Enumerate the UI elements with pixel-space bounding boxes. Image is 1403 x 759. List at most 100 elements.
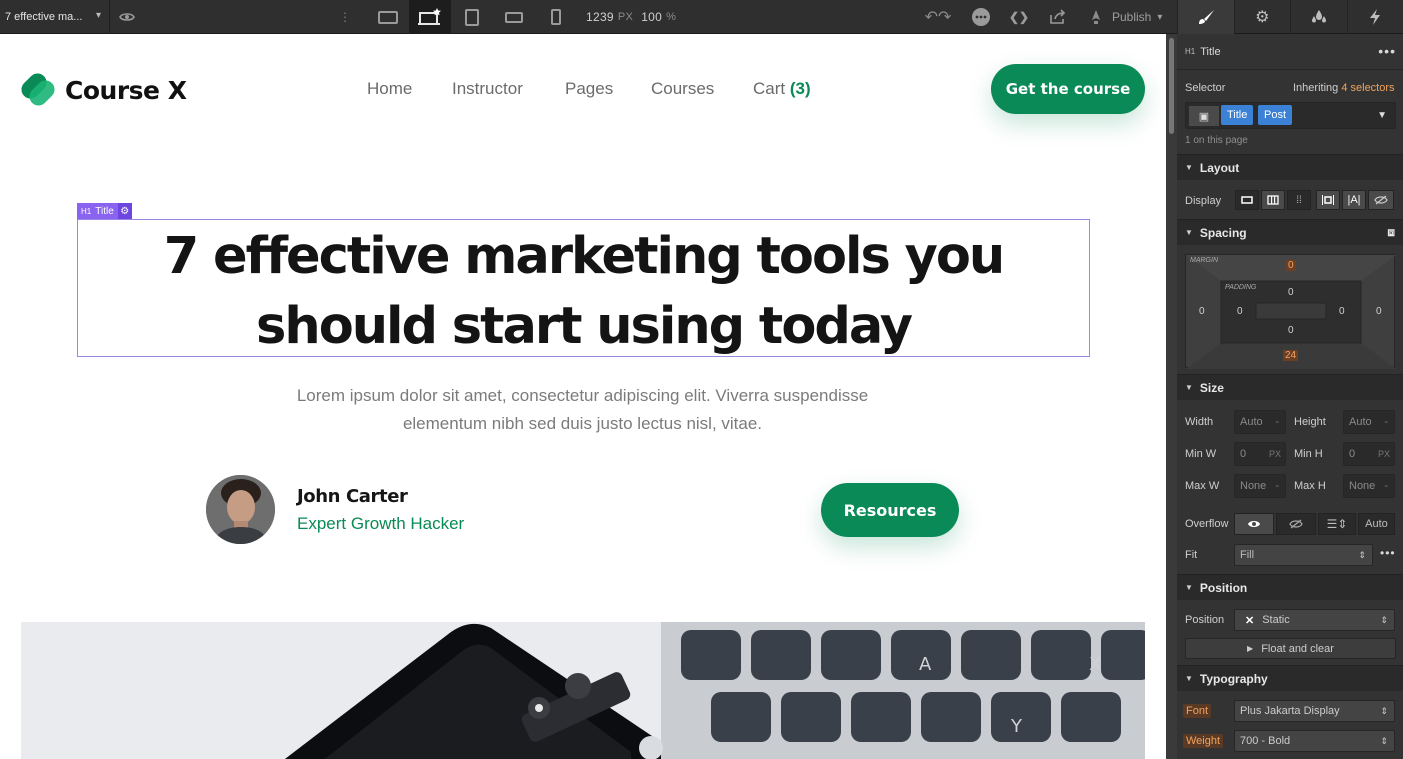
lightning-icon xyxy=(1370,9,1381,25)
post-title[interactable]: 7 effective marketing tools you should s… xyxy=(77,222,1090,362)
interactions-tab[interactable] xyxy=(1346,0,1403,34)
canvas-scrollbar[interactable] xyxy=(1166,34,1177,759)
margin-top-value[interactable]: 0 xyxy=(1286,260,1296,271)
position-heading: Position xyxy=(1199,580,1248,595)
min-width-label: Min W xyxy=(1185,448,1217,460)
more-options-icon[interactable]: ••• xyxy=(1378,43,1396,59)
width-input[interactable]: Auto - xyxy=(1234,410,1286,434)
page-selector[interactable]: 7 effective ma... ▾ xyxy=(0,0,110,34)
get-course-button[interactable]: Get the course xyxy=(991,64,1145,114)
nav-instructor[interactable]: Instructor xyxy=(452,79,523,99)
padding-top-value[interactable]: 0 xyxy=(1288,287,1294,298)
style-manager-tab[interactable] xyxy=(1290,0,1347,34)
float-and-clear-toggle[interactable]: ▶ Float and clear xyxy=(1185,638,1396,659)
nav-courses[interactable]: Courses xyxy=(651,79,714,99)
margin-left-value[interactable]: 0 xyxy=(1199,306,1205,317)
spacing-section-header[interactable]: ▼ Spacing ⧈ xyxy=(1177,219,1403,245)
min-width-input[interactable]: 0 PX xyxy=(1234,442,1286,466)
post-title-line1: 7 effective marketing tools you xyxy=(163,227,1005,286)
comments-icon[interactable] xyxy=(968,0,994,34)
nav-cart[interactable]: Cart (3) xyxy=(753,79,811,99)
min-width-unit[interactable]: PX xyxy=(1269,449,1281,459)
spacing-box-model[interactable]: MARGIN 0 0 0 24 PADDING 0 0 0 0 xyxy=(1185,254,1396,369)
scrollbar-thumb[interactable] xyxy=(1169,38,1174,134)
position-select[interactable]: ✕ Static ⇕ xyxy=(1234,609,1395,631)
more-vertical-icon[interactable]: ⋮ xyxy=(339,0,351,34)
font-select[interactable]: Plus Jakarta Display ⇕ xyxy=(1234,700,1395,722)
author-role: Expert Growth Hacker xyxy=(297,514,465,533)
overflow-auto-button[interactable]: Auto xyxy=(1358,513,1395,535)
nav-pages[interactable]: Pages xyxy=(565,79,613,99)
typography-section-header[interactable]: ▼ Typography xyxy=(1177,665,1403,691)
fit-value: Fill xyxy=(1240,549,1255,561)
margin-right-value[interactable]: 0 xyxy=(1376,306,1382,317)
height-label: Height xyxy=(1294,416,1326,428)
breakpoint-tablet[interactable] xyxy=(451,0,493,34)
chevron-down-icon: ▾ xyxy=(95,10,101,21)
display-inline-icon[interactable]: |A| xyxy=(1342,190,1366,210)
float-clear-label: Float and clear xyxy=(1261,642,1334,655)
breakpoint-desktop-base[interactable] xyxy=(409,0,451,34)
more-options-icon[interactable]: ••• xyxy=(1380,546,1396,560)
display-flex-icon[interactable] xyxy=(1261,190,1285,210)
breakpoint-mobile-portrait[interactable] xyxy=(535,0,577,34)
publish-label: Publish xyxy=(1112,10,1152,24)
size-section-header[interactable]: ▼ Size xyxy=(1177,374,1403,400)
publish-button[interactable]: Publish ▾ xyxy=(1112,0,1162,34)
site-logo[interactable]: Course X xyxy=(17,69,187,110)
element-name: Title xyxy=(1200,45,1221,58)
fit-select[interactable]: Fill ⇕ xyxy=(1234,544,1373,566)
undo-redo-icon[interactable]: ↶↷ xyxy=(919,0,957,34)
display-none-icon[interactable] xyxy=(1368,190,1394,210)
code-icon[interactable]: ❮❯ xyxy=(1005,0,1033,34)
layout-heading: Layout xyxy=(1199,160,1240,175)
layout-section-header[interactable]: ▼ Layout xyxy=(1177,154,1403,180)
selected-element-tag[interactable]: H1 Title ⚙ xyxy=(77,203,132,219)
nav-home[interactable]: Home xyxy=(367,79,412,99)
max-width-label: Max W xyxy=(1185,480,1220,492)
breakpoint-mobile-landscape[interactable] xyxy=(493,0,535,34)
design-canvas[interactable]: Course X Home Instructor Pages Courses C… xyxy=(0,34,1166,759)
padding-left-value[interactable]: 0 xyxy=(1237,306,1243,317)
settings-panel-tab[interactable]: ⚙ xyxy=(1233,0,1291,34)
spacing-expand-icon[interactable]: ⧈ xyxy=(1387,225,1395,240)
overflow-visible-icon[interactable] xyxy=(1234,513,1274,535)
padding-label: PADDING xyxy=(1225,284,1257,291)
min-height-unit[interactable]: PX xyxy=(1378,449,1390,459)
display-inline-block-icon[interactable] xyxy=(1316,190,1340,210)
display-block-icon[interactable] xyxy=(1235,190,1259,210)
height-value: Auto xyxy=(1349,416,1372,428)
style-panel: H1 Title ••• Selector Inheriting 4 selec… xyxy=(1177,34,1403,759)
export-icon[interactable] xyxy=(1045,0,1071,34)
unit-dash: - xyxy=(1275,416,1279,428)
display-grid-icon[interactable]: ⁞⁞ xyxy=(1287,190,1311,210)
resources-button[interactable]: Resources xyxy=(821,483,959,537)
max-height-input[interactable]: None - xyxy=(1343,474,1395,498)
max-width-input[interactable]: None - xyxy=(1234,474,1286,498)
margin-label: MARGIN xyxy=(1190,257,1218,264)
select-arrows-icon: ⇕ xyxy=(1358,549,1366,560)
height-input[interactable]: Auto - xyxy=(1343,410,1395,434)
max-height-value: None xyxy=(1349,480,1376,492)
overflow-scroll-icon[interactable]: ☰⇕ xyxy=(1318,513,1356,535)
padding-right-value[interactable]: 0 xyxy=(1339,306,1345,317)
post-title-line2: should start using today xyxy=(256,297,913,356)
inheriting-count[interactable]: 4 selectors xyxy=(1341,82,1394,94)
position-section-header[interactable]: ▼ Position xyxy=(1177,574,1403,600)
selector-pill-post[interactable]: Post xyxy=(1258,105,1293,125)
padding-bottom-value[interactable]: 0 xyxy=(1288,325,1294,336)
breakpoint-desktop-wide[interactable] xyxy=(367,0,409,34)
chevron-down-icon[interactable]: ▼ xyxy=(1377,110,1387,121)
min-height-input[interactable]: 0 PX xyxy=(1343,442,1395,466)
selector-pill-title[interactable]: Title xyxy=(1221,105,1254,125)
overflow-hidden-icon[interactable] xyxy=(1276,513,1316,535)
max-height-label: Max H xyxy=(1294,480,1326,492)
style-panel-tab[interactable] xyxy=(1177,0,1234,34)
preview-eye-icon[interactable] xyxy=(116,0,138,34)
weight-select[interactable]: 700 - Bold ⇕ xyxy=(1234,730,1395,752)
margin-bottom-value[interactable]: 24 xyxy=(1283,350,1299,361)
gear-icon[interactable]: ⚙ xyxy=(117,203,132,219)
min-height-value: 0 xyxy=(1349,448,1356,460)
selector-class-icon[interactable]: ▣ xyxy=(1189,106,1219,126)
collapse-triangle-icon: ▼ xyxy=(1185,583,1193,592)
